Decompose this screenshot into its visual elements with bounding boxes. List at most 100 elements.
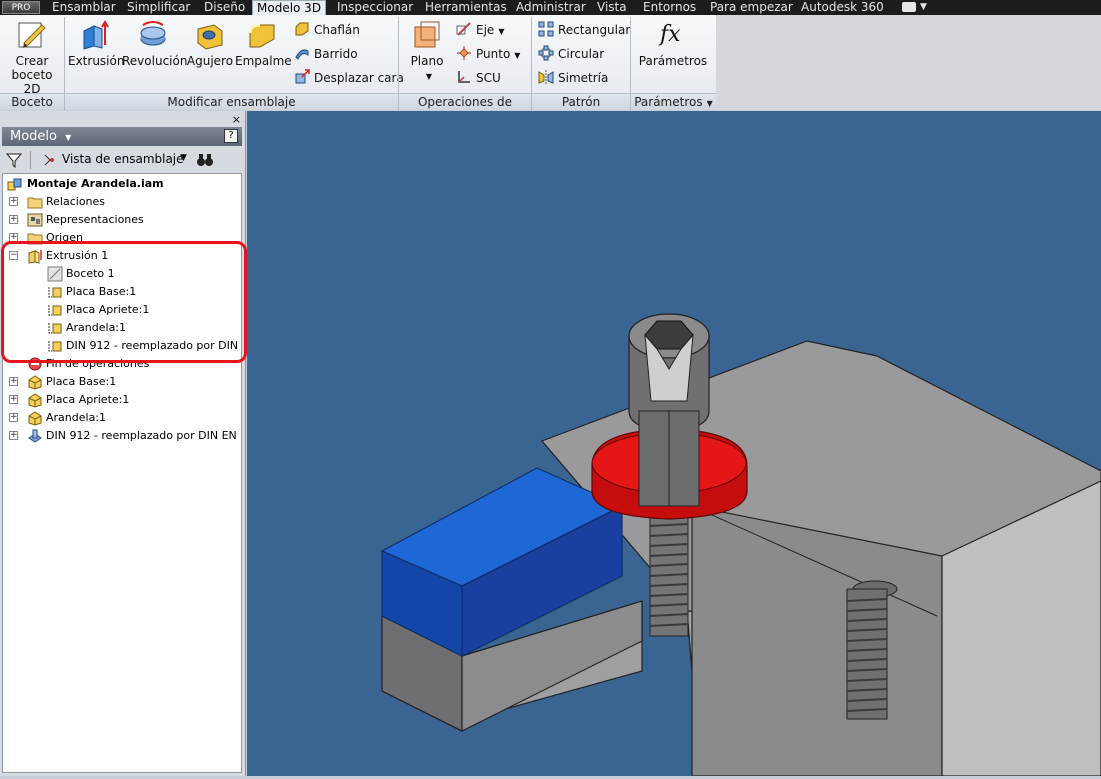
group-footer-boceto: Boceto bbox=[0, 93, 64, 110]
help-icon[interactable]: ? bbox=[224, 129, 238, 143]
chevron-down-icon[interactable]: ▼ bbox=[65, 133, 71, 142]
tab-simplificar[interactable]: Simplificar bbox=[123, 0, 194, 15]
tree-item-relations[interactable]: + Relaciones bbox=[3, 193, 241, 211]
rectangular-pattern-label: Rectangular bbox=[558, 23, 631, 37]
tree-item-end-of-operations[interactable]: Fin de operaciones bbox=[3, 355, 241, 373]
tree-item-base-plate[interactable]: + Placa Base:1 bbox=[3, 373, 241, 391]
axis-button[interactable]: Eje ▼ bbox=[456, 20, 504, 40]
tab-autodesk-360[interactable]: Autodesk 360 bbox=[797, 0, 888, 15]
chevron-down-icon[interactable]: ▼ bbox=[426, 72, 432, 81]
group-footer-operaciones: Operaciones de trabajo bbox=[399, 93, 531, 126]
rectangular-pattern-button[interactable]: Rectangular bbox=[538, 20, 630, 40]
point-button[interactable]: Punto ▼ bbox=[456, 44, 520, 64]
group-footer-parametros[interactable]: Parámetros ▼ bbox=[631, 93, 716, 110]
filter-icon[interactable] bbox=[6, 152, 22, 168]
expand-icon[interactable]: + bbox=[9, 215, 18, 224]
extrude-icon bbox=[83, 20, 109, 50]
part-reference-icon bbox=[48, 323, 62, 334]
expand-icon[interactable]: + bbox=[9, 395, 18, 404]
tree-item-label: Boceto 1 bbox=[66, 267, 115, 280]
chevron-down-icon[interactable]: ▼ bbox=[180, 153, 187, 163]
revolve-button[interactable]: Revolución bbox=[122, 19, 187, 68]
tab-inspeccionar[interactable]: Inspeccionar bbox=[333, 0, 417, 15]
tree-item-representations[interactable]: + Representaciones bbox=[3, 211, 241, 229]
assembly-icon bbox=[7, 178, 22, 191]
sweep-button[interactable]: Barrido bbox=[294, 44, 358, 64]
expand-icon[interactable]: + bbox=[9, 197, 18, 206]
move-face-button[interactable]: Desplazar cara bbox=[294, 68, 404, 88]
tree-item-label: Placa Base:1 bbox=[46, 375, 117, 388]
close-icon[interactable]: × bbox=[232, 113, 241, 126]
sweep-label: Barrido bbox=[314, 47, 358, 61]
tree-item-clamp-plate[interactable]: + Placa Apriete:1 bbox=[3, 391, 241, 409]
hole-button[interactable]: Agujero bbox=[186, 19, 234, 68]
tab-vista[interactable]: Vista bbox=[593, 0, 631, 15]
tree-item-label: Placa Base:1 bbox=[66, 285, 137, 298]
browser-title-bar[interactable]: Modelo ▼ ? bbox=[2, 127, 242, 146]
function-icon-glyph: fx bbox=[658, 22, 681, 47]
create-sketch-label-2: boceto 2D bbox=[11, 68, 53, 96]
plane-button[interactable]: Plano ▼ bbox=[404, 19, 450, 84]
tab-administrar[interactable]: Administrar bbox=[512, 0, 590, 15]
part-icon bbox=[28, 393, 42, 408]
group-footer-modificar: Modificar ensamblaje bbox=[65, 93, 398, 110]
tree-item-washer[interactable]: + Arandela:1 bbox=[3, 409, 241, 427]
folder-icon bbox=[27, 233, 43, 245]
video-icon[interactable] bbox=[902, 2, 916, 12]
expand-icon[interactable]: + bbox=[9, 431, 18, 440]
ucs-label: SCU bbox=[476, 71, 501, 85]
create-sketch-button[interactable]: Crear boceto 2D bbox=[2, 19, 62, 96]
tree-item-washer-ref[interactable]: Arandela:1 bbox=[3, 319, 241, 337]
circular-pattern-label: Circular bbox=[558, 47, 605, 61]
tab-ensamblar[interactable]: Ensamblar bbox=[48, 0, 120, 15]
tree-item-label: Placa Apriete:1 bbox=[66, 303, 150, 316]
tree-item-label: Arandela:1 bbox=[46, 411, 107, 424]
tab-modelo-3d[interactable]: Modelo 3D bbox=[252, 0, 327, 15]
move-face-label: Desplazar cara bbox=[314, 71, 404, 85]
tree-item-sketch[interactable]: Boceto 1 bbox=[3, 265, 241, 283]
tree-item-clamp-plate-ref[interactable]: Placa Apriete:1 bbox=[3, 301, 241, 319]
chamfer-icon bbox=[295, 22, 309, 36]
tree-item-din-ref[interactable]: DIN 912 - reemplazado por DIN EN ISO 476… bbox=[3, 337, 241, 355]
tree-root[interactable]: Montaje Arandela.iam bbox=[3, 175, 241, 193]
ucs-button[interactable]: SCU bbox=[456, 68, 501, 88]
function-icon: fx bbox=[658, 22, 681, 47]
binoculars-icon[interactable] bbox=[196, 152, 214, 168]
chevron-down-icon[interactable]: ▼ bbox=[920, 0, 927, 15]
ucs-icon bbox=[458, 71, 470, 83]
mirror-button[interactable]: Simetría bbox=[538, 68, 608, 88]
tab-para-empezar[interactable]: Para empezar bbox=[706, 0, 797, 15]
sketch-icon bbox=[18, 22, 46, 48]
part-icon bbox=[28, 375, 42, 390]
browser-title: Modelo bbox=[10, 129, 57, 144]
extrude-button[interactable]: Extrusión bbox=[68, 19, 124, 68]
tree-item-extrusion[interactable]: − Extrusión 1 bbox=[3, 247, 241, 265]
part-reference-icon bbox=[48, 305, 62, 316]
expand-icon[interactable]: + bbox=[9, 377, 18, 386]
chevron-down-icon[interactable]: ▼ bbox=[514, 51, 520, 60]
chevron-down-icon[interactable]: ▼ bbox=[498, 27, 504, 36]
parameters-button[interactable]: fx Parámetros bbox=[636, 19, 710, 68]
tree-item-din[interactable]: + DIN 912 - reemplazado por DIN EN ISO 4… bbox=[3, 427, 241, 445]
expand-icon[interactable]: + bbox=[9, 413, 18, 422]
circular-pattern-icon bbox=[538, 45, 554, 61]
chamfer-button[interactable]: Chaflán bbox=[294, 20, 360, 40]
circular-pattern-button[interactable]: Circular bbox=[538, 44, 604, 64]
chevron-down-icon[interactable]: ▼ bbox=[707, 99, 713, 108]
tree-item-origin[interactable]: + Origen bbox=[3, 229, 241, 247]
assembly-view-label[interactable]: Vista de ensamblaje bbox=[62, 152, 184, 166]
end-of-part-icon bbox=[28, 357, 42, 371]
tree-item-base-plate-ref[interactable]: Placa Base:1 bbox=[3, 283, 241, 301]
tab-entornos[interactable]: Entornos bbox=[639, 0, 700, 15]
fillet-button[interactable]: Empalme bbox=[235, 19, 292, 68]
tab-herramientas[interactable]: Herramientas bbox=[421, 0, 511, 15]
axis-icon bbox=[456, 22, 471, 36]
group-footer-parametros-label: Parámetros bbox=[634, 95, 703, 109]
collapse-icon[interactable]: − bbox=[9, 251, 18, 260]
ribbon-empty-area bbox=[716, 15, 1101, 110]
assembly-model bbox=[380, 313, 1101, 777]
expand-icon[interactable]: + bbox=[9, 233, 18, 242]
graphics-viewport[interactable] bbox=[247, 111, 1101, 777]
tab-diseno[interactable]: Diseño bbox=[200, 0, 249, 15]
parameters-label: Parámetros bbox=[638, 54, 708, 68]
